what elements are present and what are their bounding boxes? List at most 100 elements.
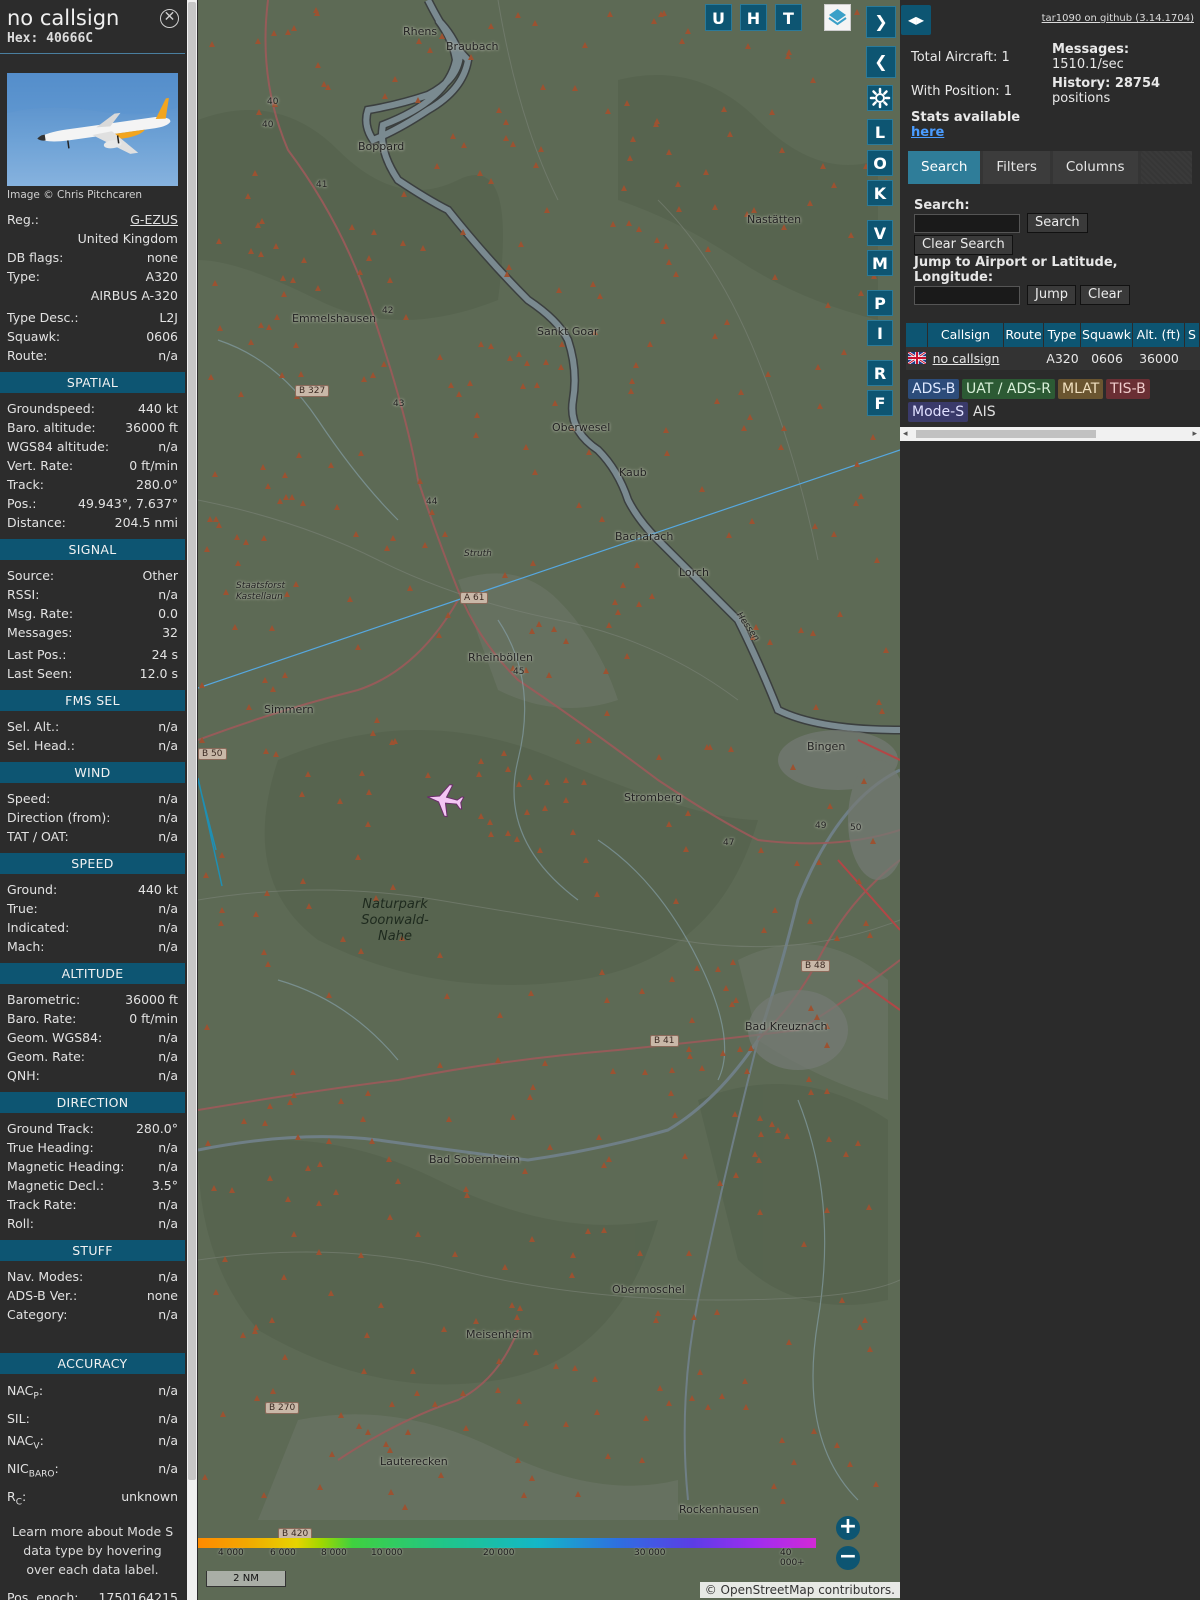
jump-input[interactable]: [914, 286, 1020, 305]
info-label[interactable]: Category:: [7, 1305, 67, 1324]
info-label[interactable]: DB flags:: [7, 248, 63, 267]
col-flag[interactable]: [906, 323, 928, 347]
info-label[interactable]: WGS84 altitude:: [7, 437, 109, 456]
info-label[interactable]: NACP:: [7, 1380, 43, 1408]
clear-search-button[interactable]: Clear Search: [914, 235, 1013, 255]
source-mlat[interactable]: MLAT: [1058, 379, 1104, 399]
info-label[interactable]: Pos. epoch:: [7, 1588, 78, 1600]
col-route[interactable]: Route: [1004, 323, 1044, 347]
col-squawk[interactable]: Squawk: [1081, 323, 1133, 347]
info-label[interactable]: Reg.:: [7, 210, 39, 229]
info-label[interactable]: Track:: [7, 475, 44, 494]
info-label[interactable]: Msg. Rate:: [7, 604, 73, 623]
scroll-left-icon[interactable]: ◂: [903, 427, 908, 441]
aircraft-photo[interactable]: [7, 73, 178, 186]
info-label[interactable]: Nav. Modes:: [7, 1267, 83, 1286]
map-attribution[interactable]: © OpenStreetMap contributors.: [699, 1582, 900, 1598]
info-label[interactable]: Type Desc.:: [7, 308, 79, 327]
info-label[interactable]: Squawk:: [7, 327, 60, 346]
tab-search[interactable]: Search: [908, 151, 981, 184]
map-button-t[interactable]: T: [775, 4, 802, 31]
info-label[interactable]: True Heading:: [7, 1138, 94, 1157]
map-button-o[interactable]: O: [867, 150, 893, 176]
tab-columns[interactable]: Columns: [1052, 151, 1138, 184]
map-view[interactable]: Rhens Braubach Boppard Nastätten Emmelsh…: [198, 0, 900, 1600]
source-uat[interactable]: UAT / ADS-R: [962, 379, 1055, 399]
info-label[interactable]: Magnetic Heading:: [7, 1157, 124, 1176]
info-label[interactable]: Direction (from):: [7, 808, 111, 827]
col-altitude[interactable]: Alt. (ft): [1133, 323, 1185, 347]
zoom-in-button[interactable]: +: [836, 1516, 860, 1540]
clear-button[interactable]: Clear: [1080, 285, 1130, 305]
info-label[interactable]: Last Seen:: [7, 664, 72, 683]
map-button-f[interactable]: F: [867, 390, 893, 416]
github-link[interactable]: tar1090 on github (3.14.1704): [1042, 13, 1194, 24]
info-scrollbar[interactable]: [187, 0, 197, 1600]
info-label[interactable]: NICBARO:: [7, 1458, 59, 1486]
info-label[interactable]: SIL:: [7, 1408, 30, 1430]
info-label[interactable]: Distance:: [7, 513, 66, 532]
jump-button[interactable]: Jump: [1027, 285, 1076, 305]
info-label[interactable]: TAT / OAT:: [7, 827, 69, 846]
collapse-left-button[interactable]: ❮: [866, 46, 896, 78]
map-button-u[interactable]: U: [705, 4, 732, 31]
info-label[interactable]: Speed:: [7, 789, 50, 808]
close-icon[interactable]: ✕: [160, 9, 179, 28]
info-label[interactable]: Barometric:: [7, 990, 80, 1009]
search-button[interactable]: Search: [1027, 213, 1088, 233]
info-label[interactable]: ADS-B Ver.:: [7, 1286, 77, 1305]
info-value[interactable]: G-EZUS: [130, 210, 178, 229]
info-label[interactable]: Baro. Rate:: [7, 1009, 76, 1028]
info-label[interactable]: RC:: [7, 1486, 26, 1514]
map-button-h[interactable]: H: [740, 4, 767, 31]
expand-right-button[interactable]: ❯: [866, 6, 896, 38]
info-label[interactable]: Source:: [7, 566, 54, 585]
source-ais[interactable]: AIS: [969, 402, 1000, 422]
toggle-sidebar-button[interactable]: ◂▸: [901, 5, 931, 35]
map-button-i[interactable]: I: [867, 320, 893, 346]
info-label[interactable]: Magnetic Decl.:: [7, 1176, 104, 1195]
info-label[interactable]: Ground Track:: [7, 1119, 94, 1138]
map-button-k[interactable]: K: [867, 180, 893, 206]
col-speed[interactable]: S: [1185, 323, 1200, 347]
col-type[interactable]: Type: [1044, 323, 1081, 347]
scroll-right-icon[interactable]: ▸: [1192, 427, 1197, 441]
source-tisb[interactable]: TIS-B: [1106, 379, 1150, 399]
map-button-l[interactable]: L: [867, 119, 893, 145]
col-callsign[interactable]: Callsign: [928, 323, 1004, 347]
info-label[interactable]: Geom. Rate:: [7, 1047, 85, 1066]
info-label[interactable]: QNH:: [7, 1066, 40, 1085]
map-button-r[interactable]: R: [867, 360, 893, 386]
info-label[interactable]: Ground:: [7, 880, 57, 899]
info-label[interactable]: Groundspeed:: [7, 399, 95, 418]
scrollbar-thumb[interactable]: [188, 2, 196, 1480]
search-input[interactable]: [914, 214, 1020, 233]
map-button-v[interactable]: V: [867, 220, 893, 246]
map-button-p[interactable]: P: [867, 290, 893, 316]
info-label[interactable]: Baro. altitude:: [7, 418, 96, 437]
zoom-out-button[interactable]: −: [836, 1546, 860, 1570]
info-label[interactable]: Messages:: [7, 623, 73, 642]
callsign-cell[interactable]: no callsign: [928, 347, 1004, 370]
info-label[interactable]: Vert. Rate:: [7, 456, 73, 475]
source-modes[interactable]: Mode-S: [908, 402, 969, 422]
tab-filters[interactable]: Filters: [983, 151, 1050, 184]
info-label[interactable]: Sel. Head.:: [7, 736, 75, 755]
info-label[interactable]: True:: [7, 899, 38, 918]
info-label[interactable]: Pos.:: [7, 494, 36, 513]
source-adsb[interactable]: ADS-B: [908, 379, 960, 399]
info-label[interactable]: Roll:: [7, 1214, 34, 1233]
layers-button[interactable]: [824, 4, 851, 31]
info-label[interactable]: Type:: [7, 267, 40, 286]
info-label[interactable]: Indicated:: [7, 918, 69, 937]
info-label[interactable]: Last Pos.:: [7, 645, 66, 664]
info-label[interactable]: NACV:: [7, 1430, 44, 1458]
info-label[interactable]: Geom. WGS84:: [7, 1028, 102, 1047]
map-button-m[interactable]: M: [867, 250, 893, 276]
info-label[interactable]: RSSI:: [7, 585, 39, 604]
settings-button[interactable]: [867, 85, 893, 111]
table-row[interactable]: no callsign A320 0606 36000: [906, 347, 1200, 370]
info-label[interactable]: Track Rate:: [7, 1195, 77, 1214]
info-label[interactable]: Mach:: [7, 937, 44, 956]
stats-link[interactable]: here: [911, 125, 944, 140]
